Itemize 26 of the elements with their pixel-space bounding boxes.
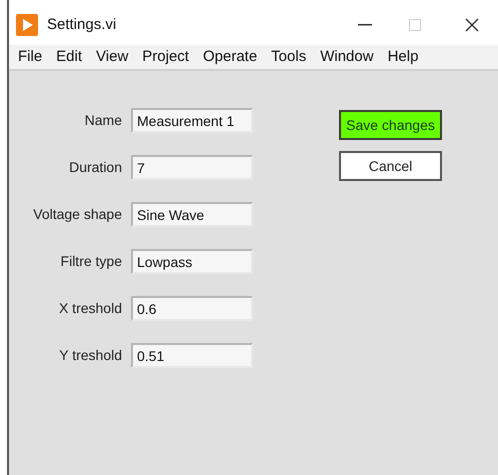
text-field[interactable]: 7 (131, 155, 253, 180)
text-field[interactable]: Sine Wave (131, 202, 253, 227)
menu-item[interactable]: Window (320, 46, 374, 68)
menu-item[interactable]: View (96, 46, 128, 68)
cancel-button[interactable]: Cancel (339, 151, 442, 181)
window-title: Settings.vi (47, 14, 116, 35)
menu-item[interactable]: Project (142, 46, 189, 68)
menu-item[interactable]: Operate (202, 46, 258, 68)
field-label: Y treshold (58, 346, 122, 365)
menu-item[interactable]: Tools (271, 46, 306, 68)
text-field[interactable]: 0.6 (131, 296, 253, 321)
field-label: X treshold (58, 299, 122, 318)
close-icon[interactable] (465, 18, 479, 32)
app-logo-icon (16, 14, 38, 36)
menu-item[interactable]: File (18, 46, 42, 68)
field-label: Filtre type (60, 252, 122, 271)
minimize-icon[interactable] (358, 24, 372, 26)
field-label: Name (84, 111, 122, 130)
menu-item[interactable]: Edit (56, 46, 82, 68)
text-field[interactable]: 0.51 (131, 343, 253, 368)
menu-item[interactable]: Help (388, 46, 418, 68)
field-label: Duration (68, 158, 122, 177)
field-label: Voltage shape (32, 205, 122, 224)
text-field[interactable]: Lowpass (131, 249, 253, 274)
text-field[interactable]: Measurement 1 (131, 108, 253, 133)
save-button[interactable]: Save changes (339, 110, 442, 140)
